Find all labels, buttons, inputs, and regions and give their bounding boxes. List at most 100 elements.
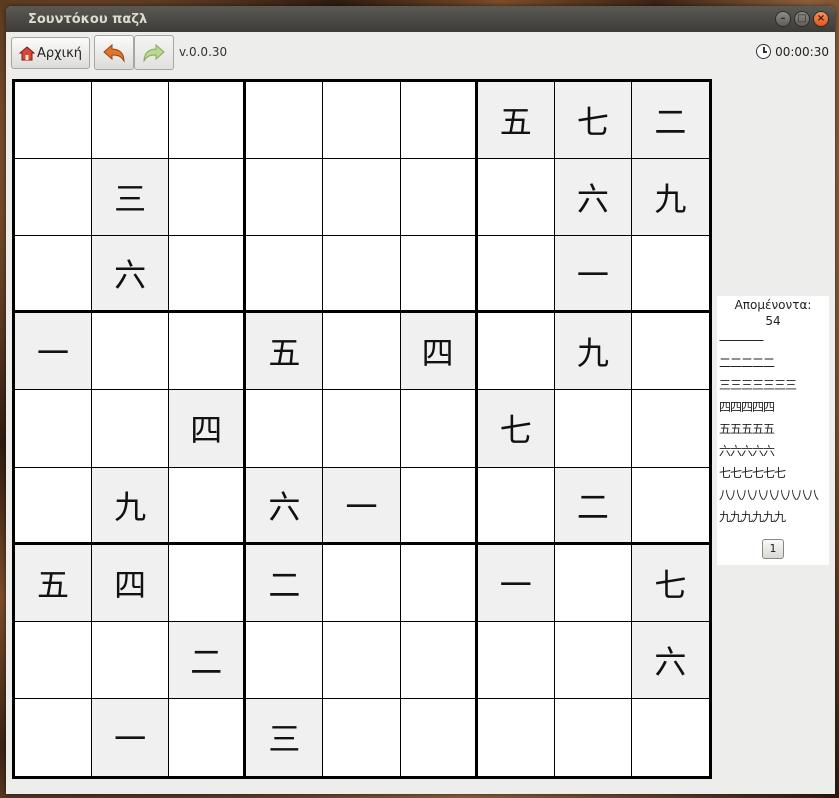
remaining-row: 九九九九九九: [719, 510, 786, 524]
board-cell[interactable]: 六: [246, 467, 324, 545]
board-cell[interactable]: [323, 159, 401, 237]
board-cell[interactable]: 五: [15, 544, 93, 622]
board-cell[interactable]: 一: [92, 698, 170, 776]
close-icon[interactable]: ×: [813, 11, 829, 27]
remaining-row: 三三三三三三三: [719, 378, 797, 392]
board-cell[interactable]: [554, 698, 632, 776]
board-cell[interactable]: [169, 467, 247, 545]
board-cell[interactable]: 一: [554, 236, 632, 314]
remaining-title: Απομένοντα:: [734, 298, 812, 312]
board-cell[interactable]: [477, 313, 555, 391]
board-cell[interactable]: [323, 621, 401, 699]
board-cell[interactable]: [169, 544, 247, 622]
board-cell[interactable]: 六: [631, 621, 709, 699]
board-cell[interactable]: [554, 390, 632, 468]
window-title: Σουντόκου παζλ: [28, 11, 148, 27]
board-cell[interactable]: [477, 467, 555, 545]
board-cell[interactable]: [631, 390, 709, 468]
board-cell[interactable]: [323, 390, 401, 468]
board-cell[interactable]: [92, 82, 170, 160]
board-cell[interactable]: 四: [400, 313, 478, 391]
board-cell[interactable]: [246, 390, 324, 468]
board-cell[interactable]: 七: [631, 544, 709, 622]
board-cell[interactable]: [323, 313, 401, 391]
board-cell[interactable]: 九: [631, 159, 709, 237]
board-cell[interactable]: 五: [477, 82, 555, 160]
board-cell[interactable]: [169, 82, 247, 160]
home-button[interactable]: Αρχική: [11, 37, 90, 69]
board-cell[interactable]: [169, 159, 247, 237]
board-cell[interactable]: [323, 544, 401, 622]
board-cell[interactable]: 三: [92, 159, 170, 237]
remaining-panel: Απομένοντα: 54 一一一一 二二二二二 三三三三三三三 四四四四四 五五五五…: [717, 296, 829, 565]
board-cell[interactable]: [169, 236, 247, 314]
board-cell[interactable]: [323, 82, 401, 160]
board-cell[interactable]: [15, 698, 93, 776]
board-cell[interactable]: [15, 467, 93, 545]
board-cell[interactable]: [246, 159, 324, 237]
board-cell[interactable]: 九: [554, 313, 632, 391]
title-bar: Σουντόκου παζλ – □ ×: [6, 6, 835, 32]
board-cell[interactable]: [400, 544, 478, 622]
board-cell[interactable]: 九: [92, 467, 170, 545]
remaining-count: 54: [765, 314, 781, 328]
window-controls: – □ ×: [775, 11, 829, 27]
board-cell[interactable]: [246, 236, 324, 314]
board-cell[interactable]: [92, 390, 170, 468]
hint-button[interactable]: 1: [762, 539, 784, 559]
redo-button[interactable]: [134, 35, 174, 70]
sudoku-board: 五七二三六九六一一五四九四七九六一二五四二一七二六一三: [12, 79, 712, 779]
board-cell[interactable]: 七: [477, 390, 555, 468]
board-cell[interactable]: 一: [477, 544, 555, 622]
board-cell[interactable]: [400, 698, 478, 776]
board-cell[interactable]: [631, 236, 709, 314]
board-cell[interactable]: [554, 544, 632, 622]
board-cell[interactable]: [400, 236, 478, 314]
board-cell[interactable]: 一: [15, 313, 93, 391]
board-cell[interactable]: 六: [92, 236, 170, 314]
board-cell[interactable]: [92, 621, 170, 699]
board-cell[interactable]: [477, 236, 555, 314]
board-cell[interactable]: [477, 621, 555, 699]
minimize-icon[interactable]: –: [775, 11, 791, 27]
board-cell[interactable]: [15, 159, 93, 237]
board-cell[interactable]: [400, 621, 478, 699]
board-cell[interactable]: [169, 698, 247, 776]
board-cell[interactable]: [631, 313, 709, 391]
clock-icon: [756, 44, 772, 59]
board-cell[interactable]: [400, 159, 478, 237]
board-cell[interactable]: [323, 236, 401, 314]
board-cell[interactable]: [631, 467, 709, 545]
board-cell[interactable]: [246, 82, 324, 160]
board-cell[interactable]: [554, 621, 632, 699]
board-cell[interactable]: 二: [169, 621, 247, 699]
board-cell[interactable]: [400, 82, 478, 160]
board-cell[interactable]: [477, 698, 555, 776]
board-cell[interactable]: 四: [169, 390, 247, 468]
board-cell[interactable]: [477, 159, 555, 237]
board-cell[interactable]: [323, 698, 401, 776]
board-cell[interactable]: [400, 390, 478, 468]
board-cell[interactable]: 二: [554, 467, 632, 545]
board-cell[interactable]: [15, 621, 93, 699]
board-cell[interactable]: [92, 313, 170, 391]
board-cell[interactable]: [400, 467, 478, 545]
board-cell[interactable]: 二: [246, 544, 324, 622]
undo-button[interactable]: [94, 35, 134, 70]
house-icon: [19, 45, 36, 60]
board-cell[interactable]: 六: [554, 159, 632, 237]
board-cell[interactable]: 七: [554, 82, 632, 160]
board-cell[interactable]: 二: [631, 82, 709, 160]
hint-button-label: 1: [769, 542, 777, 555]
board-cell[interactable]: 一: [323, 467, 401, 545]
board-cell[interactable]: 三: [246, 698, 324, 776]
board-cell[interactable]: [246, 621, 324, 699]
board-cell[interactable]: [169, 313, 247, 391]
board-cell[interactable]: [15, 236, 93, 314]
board-cell[interactable]: 四: [92, 544, 170, 622]
board-cell[interactable]: [15, 390, 93, 468]
maximize-icon[interactable]: □: [794, 11, 810, 27]
board-cell[interactable]: [15, 82, 93, 160]
board-cell[interactable]: [631, 698, 709, 776]
board-cell[interactable]: 五: [246, 313, 324, 391]
